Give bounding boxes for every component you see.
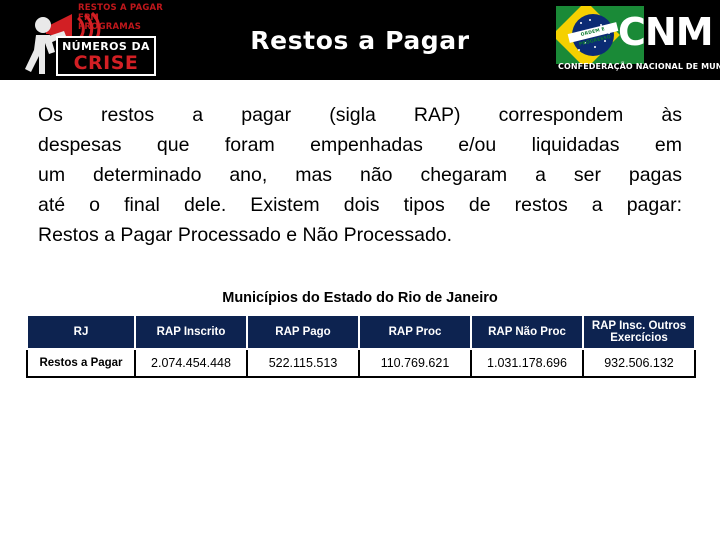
table-header-rap-proc: RAP Proc bbox=[358, 314, 472, 350]
body-line-4: até o final dele. Existem dois tipos de … bbox=[38, 194, 682, 216]
cell-rap-pago: 522.115.513 bbox=[246, 348, 360, 378]
table-header-row: RJ RAP Inscrito RAP Pago RAP Proc RAP Nã… bbox=[26, 314, 696, 350]
table-header-rap-pago: RAP Pago bbox=[246, 314, 360, 350]
body-line-3: um determinado ano, mas não chegaram a s… bbox=[38, 164, 682, 186]
table-header-rap-inscrito: RAP Inscrito bbox=[134, 314, 248, 350]
table-caption: Municípios do Estado do Rio de Janeiro bbox=[222, 290, 498, 306]
body-line-1: Os restos a pagar (sigla RAP) correspond… bbox=[38, 104, 682, 126]
row-label-restos-a-pagar: Restos a Pagar bbox=[26, 348, 136, 378]
table-header-rj: RJ bbox=[26, 314, 136, 350]
cnm-acronym: CNM bbox=[618, 10, 714, 54]
rap-table: RJ RAP Inscrito RAP Pago RAP Proc RAP Nã… bbox=[26, 314, 696, 378]
cell-rap-insc-outros: 932.506.132 bbox=[582, 348, 696, 378]
crise-box: NÚMEROS DA CRISE bbox=[56, 36, 156, 76]
page-title: Restos a Pagar bbox=[250, 26, 470, 55]
crise-box-line-2: CRISE bbox=[73, 52, 139, 74]
numeros-da-crise-logo: RESTOS A PAGAR FPM PROGRAMAS NÚMEROS DA … bbox=[16, 2, 163, 78]
body-paragraph: Os restos a pagar (sigla RAP) correspond… bbox=[38, 100, 682, 250]
cnm-subtitle: CONFEDERAÇÃO NACIONAL DE MUNICÍPIOS bbox=[558, 62, 720, 71]
cell-rap-proc: 110.769.621 bbox=[358, 348, 472, 378]
cnm-logo: ORDEM E PROGRESSO CNM CONFEDERAÇÃO NACIO… bbox=[556, 4, 720, 78]
cell-rap-nao-proc: 1.031.178.696 bbox=[470, 348, 584, 378]
table-row: Restos a Pagar 2.074.454.448 522.115.513… bbox=[26, 348, 696, 378]
cell-rap-inscrito: 2.074.454.448 bbox=[134, 348, 248, 378]
table-header-rap-insc-outros: RAP Insc. Outros Exercícios bbox=[582, 314, 696, 350]
body-line-5: Restos a Pagar Processado e Não Processa… bbox=[38, 224, 453, 246]
body-line-2: despesas que foram empenhadas e/ou liqui… bbox=[38, 134, 682, 156]
table-header-rap-nao-proc: RAP Não Proc bbox=[470, 314, 584, 350]
